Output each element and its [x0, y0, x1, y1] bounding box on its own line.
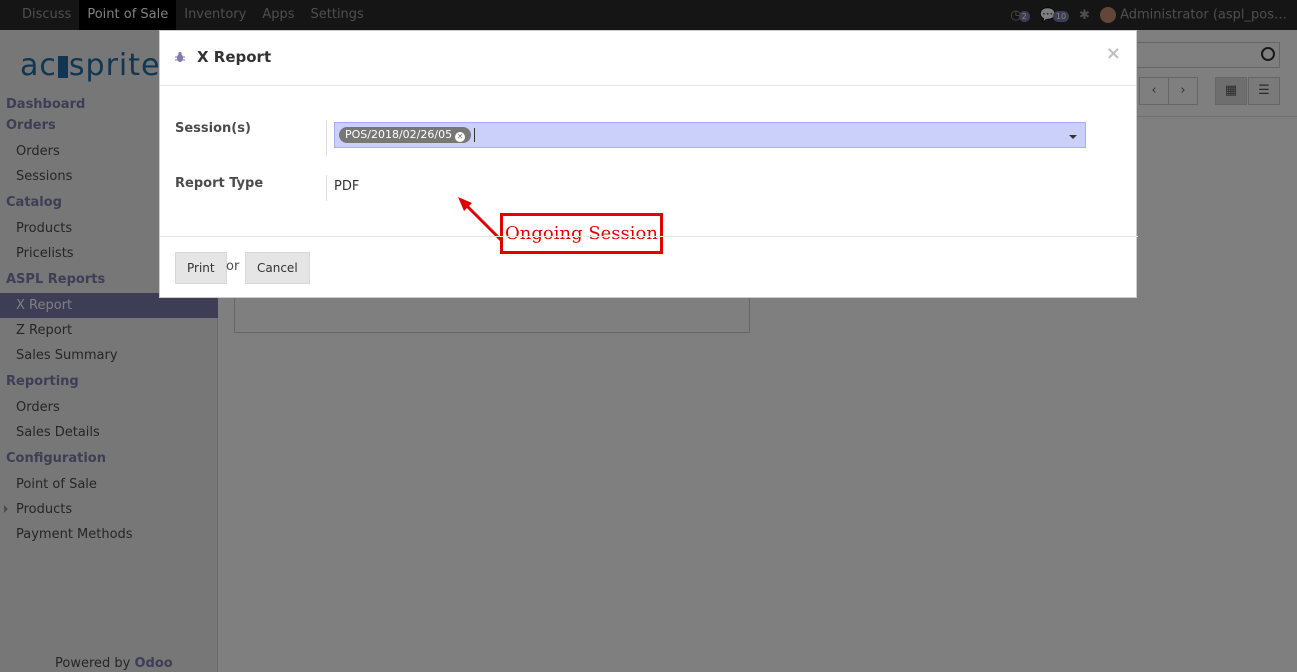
cancel-button[interactable]: Cancel: [245, 252, 310, 284]
dialog-body: Session(s) POS/2018/02/26/05 ✕ Report Typ…: [160, 87, 1138, 254]
close-icon[interactable]: ×: [1106, 43, 1121, 64]
sessions-field[interactable]: POS/2018/02/26/05 ✕: [334, 122, 1086, 148]
field-separator: [326, 120, 327, 156]
chevron-down-icon[interactable]: [1069, 135, 1077, 139]
or-label: or: [226, 259, 240, 274]
session-tag-label: POS/2018/02/26/05: [345, 128, 453, 141]
print-button[interactable]: Print: [175, 252, 227, 284]
x-report-dialog: X Report × Session(s) POS/2018/02/26/05 ✕…: [159, 30, 1138, 298]
report-type-label: Report Type: [175, 176, 264, 191]
sessions-label: Session(s): [175, 121, 251, 136]
bug-icon: [175, 51, 185, 62]
report-type-value: PDF: [334, 179, 360, 194]
text-cursor: [474, 128, 475, 142]
dialog-title: X Report: [197, 48, 272, 66]
dialog-header: X Report ×: [160, 31, 1136, 86]
session-tag: POS/2018/02/26/05 ✕: [339, 127, 472, 143]
remove-tag-icon[interactable]: ✕: [455, 132, 466, 142]
dialog-footer: Print or Cancel: [160, 236, 1138, 298]
field-separator: [326, 175, 327, 201]
